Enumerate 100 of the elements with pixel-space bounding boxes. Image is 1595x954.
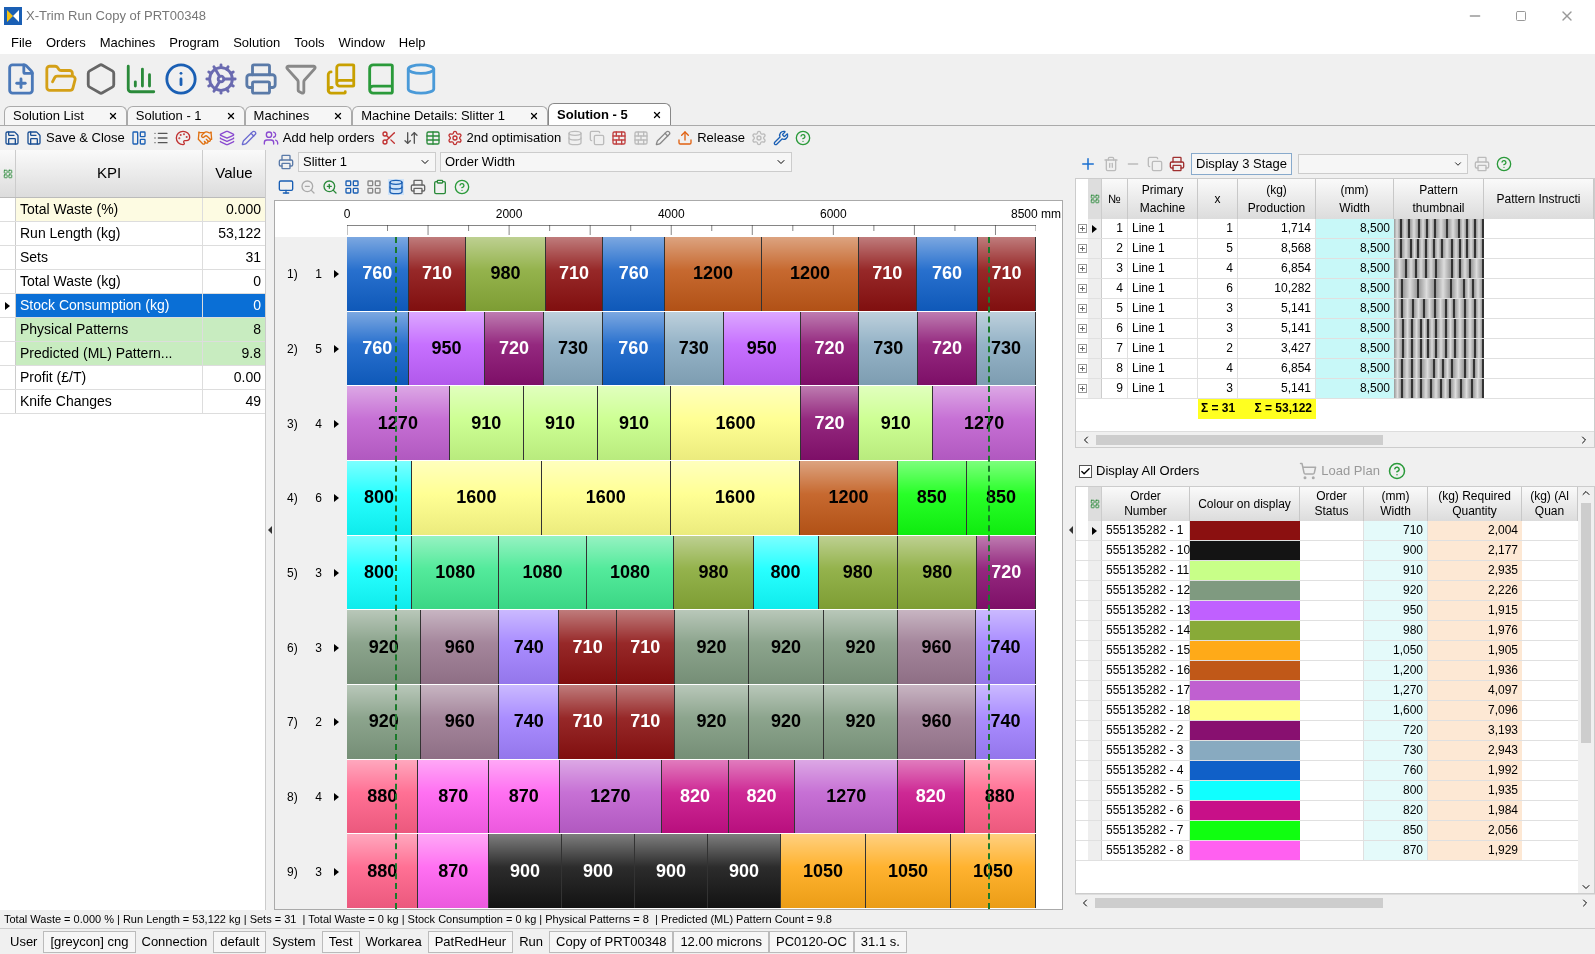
roll-piece[interactable]: 710: [408, 237, 467, 311]
help-icon[interactable]: [794, 130, 811, 146]
roll-piece[interactable]: 920: [823, 685, 899, 759]
tab[interactable]: Solution - 1: [126, 106, 245, 125]
roll-piece[interactable]: 960: [421, 685, 500, 759]
grid-icon[interactable]: [2, 168, 13, 179]
row-header[interactable]: [1088, 521, 1102, 540]
roll-piece[interactable]: 850: [966, 461, 1036, 535]
row-header[interactable]: [1088, 219, 1102, 238]
roll-piece[interactable]: 1050: [781, 834, 866, 909]
column-header[interactable]: (mm) Width: [1316, 179, 1394, 219]
kpi-row[interactable]: Physical Patterns 8: [16, 318, 265, 341]
roll-piece[interactable]: 850: [897, 461, 967, 535]
roll-piece[interactable]: 760: [603, 237, 666, 311]
roll-piece[interactable]: 920: [347, 610, 422, 685]
bar-chart-icon[interactable]: [124, 62, 158, 96]
roll-piece[interactable]: 920: [823, 610, 899, 685]
expand-icon[interactable]: [1077, 384, 1087, 393]
horizontal-scrollbar[interactable]: [1076, 431, 1594, 447]
roll-piece[interactable]: 760: [916, 237, 979, 311]
add-icon[interactable]: [1079, 155, 1097, 173]
roll-piece[interactable]: 920: [749, 685, 824, 759]
menu-item[interactable]: Machines: [92, 33, 163, 53]
menu-item[interactable]: File: [4, 33, 39, 53]
roll-piece[interactable]: 730: [859, 311, 919, 386]
roll-piece[interactable]: 730: [976, 311, 1037, 386]
roll-piece[interactable]: 880: [964, 759, 1036, 834]
display-all-orders-checkbox[interactable]: Display All Orders: [1079, 461, 1200, 481]
database-icon[interactable]: [388, 179, 404, 195]
expand-icon[interactable]: [1077, 244, 1087, 253]
zoom-in-icon[interactable]: [322, 179, 338, 195]
save-close-button[interactable]: Save & Close: [26, 128, 125, 148]
column-header[interactable]: Pattern Instructi: [1484, 179, 1594, 219]
roll-piece[interactable]: 710: [559, 610, 617, 685]
close-tab-icon[interactable]: [107, 111, 118, 121]
roll-piece[interactable]: 800: [753, 535, 819, 610]
roll-piece[interactable]: 900: [489, 834, 562, 909]
roll-piece[interactable]: 870: [418, 834, 489, 909]
display-3-stage-button[interactable]: Display 3 Stage: [1191, 153, 1293, 175]
clipboard-icon[interactable]: [432, 179, 448, 195]
column-header[interactable]: (kg) Production: [1238, 179, 1316, 219]
gear-icon[interactable]: [750, 130, 767, 146]
horizontal-scrollbar[interactable]: [1075, 894, 1595, 910]
roll-piece[interactable]: 980: [674, 535, 754, 610]
roll-piece[interactable]: 910: [859, 386, 934, 460]
roll-piece[interactable]: 710: [617, 685, 675, 759]
column-header[interactable]: (kg) Required Quantity: [1428, 487, 1522, 521]
roll-piece[interactable]: 720: [977, 535, 1037, 610]
kpi-row[interactable]: Predicted (ML) Pattern... 9.8: [16, 342, 265, 365]
roll-piece[interactable]: 710: [559, 685, 617, 759]
funnel-icon[interactable]: [284, 62, 318, 96]
kpi-row[interactable]: Stock Consumption (kg) 0: [16, 294, 265, 317]
column-header[interactable]: x: [1198, 179, 1238, 219]
roll-piece[interactable]: 1080: [412, 535, 500, 610]
pencil-icon[interactable]: [655, 130, 672, 146]
layout-icon[interactable]: [130, 130, 147, 146]
roll-piece[interactable]: 910: [449, 386, 524, 460]
release-button[interactable]: Release: [677, 128, 745, 148]
roll-piece[interactable]: 820: [728, 759, 796, 834]
expand-icon[interactable]: [1077, 304, 1087, 313]
roll-piece[interactable]: 1600: [670, 461, 801, 535]
handshake-icon[interactable]: [196, 130, 213, 146]
expand-icon[interactable]: [1077, 324, 1087, 333]
second-optimisation-button[interactable]: 2nd optimisation: [446, 128, 562, 148]
info-icon[interactable]: [164, 62, 198, 96]
roll-piece[interactable]: 880: [347, 834, 419, 909]
roll-piece[interactable]: 720: [800, 311, 860, 386]
roll-piece[interactable]: 710: [858, 237, 917, 311]
trash-icon[interactable]: [1103, 156, 1119, 172]
roll-piece[interactable]: 1270: [795, 759, 898, 834]
roll-piece[interactable]: 1050: [866, 834, 951, 909]
copy-icon[interactable]: [589, 130, 606, 146]
roll-piece[interactable]: 710: [617, 610, 675, 685]
roll-piece[interactable]: 1600: [541, 461, 671, 535]
machine-dropdown[interactable]: Slitter 1: [298, 152, 436, 172]
roll-piece[interactable]: 710: [978, 237, 1036, 311]
help-icon[interactable]: [454, 179, 470, 195]
roll-piece[interactable]: 820: [662, 759, 729, 834]
roll-piece[interactable]: 1200: [665, 237, 762, 311]
printer-icon[interactable]: [410, 179, 426, 195]
roll-piece[interactable]: 910: [523, 386, 598, 460]
tab[interactable]: Solution - 5: [548, 103, 671, 125]
roll-piece[interactable]: 800: [347, 535, 412, 610]
roll-piece[interactable]: 880: [347, 759, 419, 834]
sort-dropdown[interactable]: Order Width: [440, 152, 792, 172]
menu-item[interactable]: Orders: [38, 33, 93, 53]
column-header[interactable]: Order Number: [1102, 487, 1190, 521]
menu-item[interactable]: Window: [331, 33, 392, 53]
help-icon[interactable]: [1387, 462, 1406, 480]
roll-piece[interactable]: 1200: [762, 237, 859, 311]
roll-piece[interactable]: 870: [418, 759, 489, 834]
list-icon[interactable]: [152, 130, 169, 146]
expand-icon[interactable]: [1077, 224, 1087, 233]
collapse-arrow-icon[interactable]: [268, 526, 272, 534]
kpi-row[interactable]: Total Waste (%) 0.000: [16, 198, 265, 221]
roll-piece[interactable]: 1270: [559, 759, 663, 834]
column-header[interactable]: KPI: [16, 150, 203, 197]
books-icon[interactable]: [324, 62, 358, 96]
expand-icon[interactable]: [1077, 264, 1087, 273]
roll-piece[interactable]: 800: [347, 461, 413, 535]
